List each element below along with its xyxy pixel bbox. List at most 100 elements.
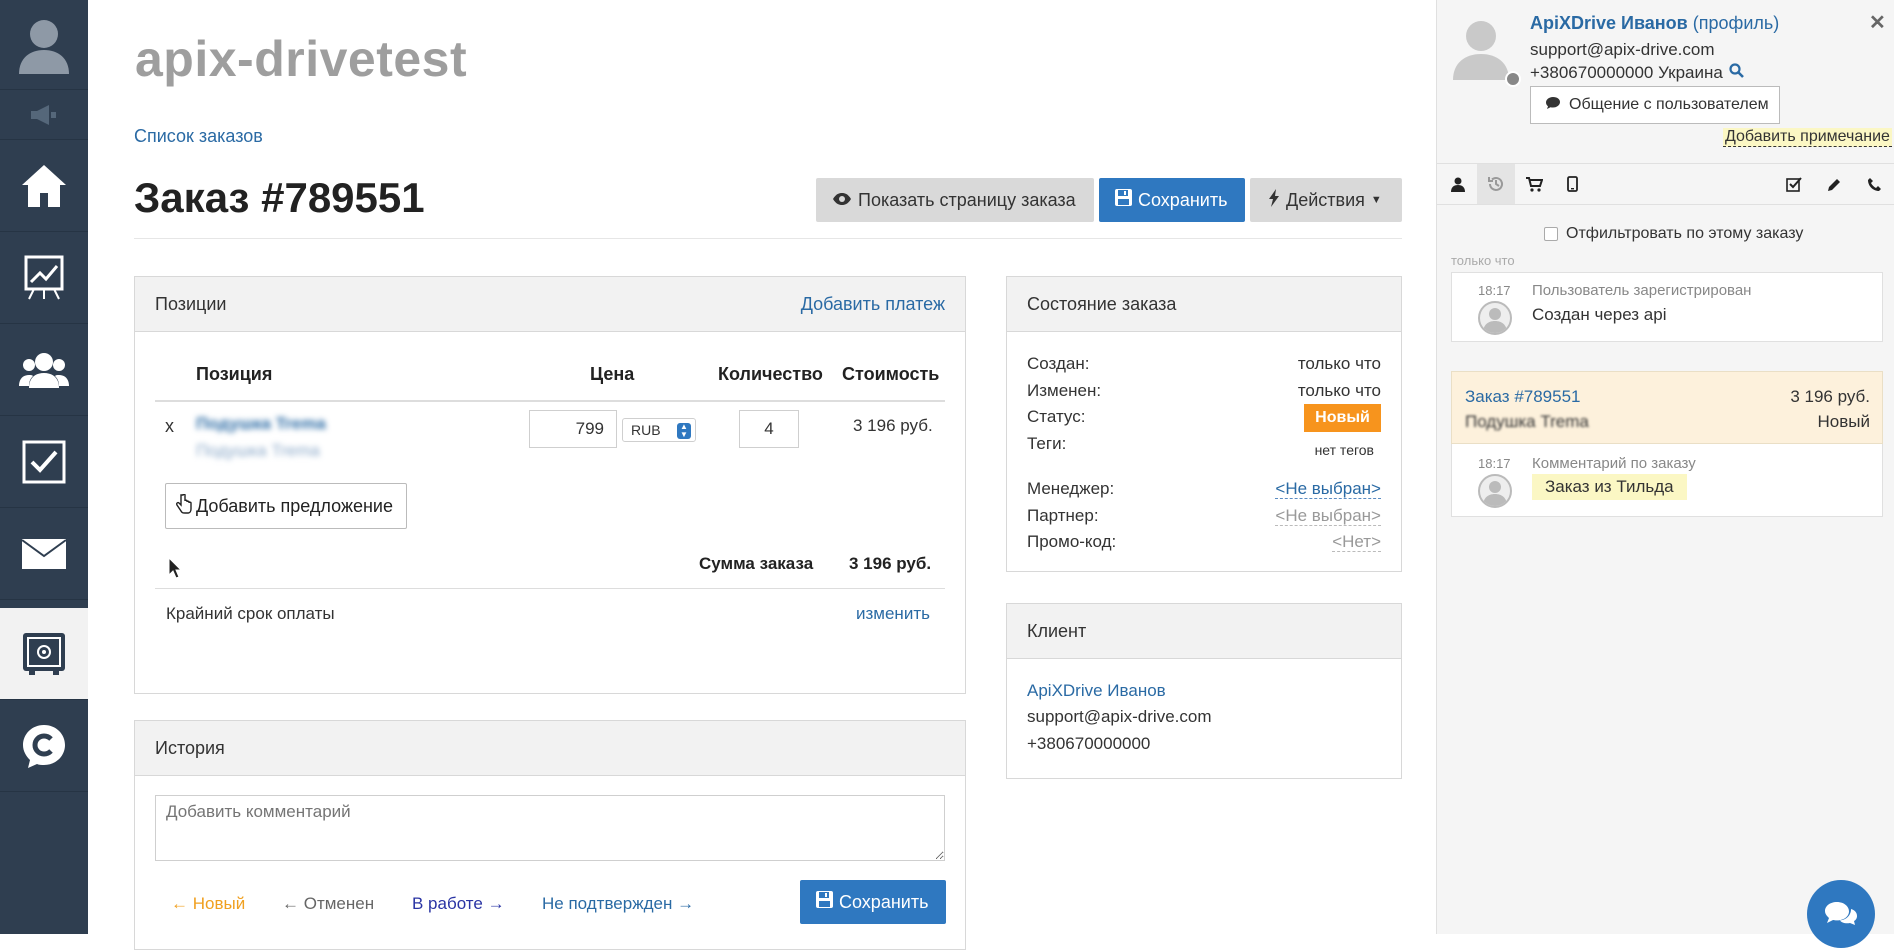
currency-select[interactable]: RUB ▲ ▼ <box>622 418 696 442</box>
add-offer-button[interactable]: Добавить предложение <box>165 483 407 529</box>
close-icon[interactable]: ✕ <box>1869 10 1886 35</box>
users-icon <box>19 352 69 388</box>
remove-position-link[interactable]: x <box>165 416 174 437</box>
positions-title: Позиции <box>155 293 227 314</box>
profile-link[interactable]: (профиль) <box>1693 13 1780 33</box>
check-square-icon <box>1786 177 1802 192</box>
mobile-icon <box>1566 176 1578 192</box>
tab-history[interactable] <box>1477 164 1515 204</box>
status-inwork-link[interactable]: В работе → <box>412 894 505 914</box>
mouse-cursor-icon <box>168 556 183 584</box>
col-header-cost: Стоимость <box>842 364 940 384</box>
order-card[interactable]: Заказ #789551 3 196 руб. Подушка Trema Н… <box>1451 371 1883 444</box>
status-badge[interactable]: Новый <box>1304 404 1381 432</box>
tab-tasks[interactable] <box>1775 164 1813 204</box>
tab-notes[interactable] <box>1815 164 1853 204</box>
pencil-icon <box>1827 178 1840 191</box>
customer-name-line: ApiXDrive Иванов (профиль) <box>1530 13 1779 34</box>
promo-value-wrap: <Нет> <box>1188 532 1381 552</box>
actions-label: Действия <box>1286 189 1365 210</box>
tab-devices[interactable] <box>1553 164 1591 204</box>
search-icon[interactable] <box>1729 63 1744 83</box>
tab-profile[interactable] <box>1439 164 1477 204</box>
status-cancelled-link[interactable]: ← Отменен <box>282 894 374 914</box>
status-label: Статус: <box>1027 407 1086 426</box>
site-title: apix-drivetest <box>135 31 468 87</box>
client-email: support@apix-drive.com <box>1027 707 1212 726</box>
sidebar-avatar[interactable] <box>0 0 88 90</box>
quantity-input[interactable]: 4 <box>739 410 799 448</box>
order-card-title[interactable]: Заказ #789551 <box>1465 387 1581 407</box>
position-name[interactable]: Подушка Trema <box>196 414 326 434</box>
customer-name-link[interactable]: ApiXDrive Иванов <box>1530 13 1688 33</box>
main-content: apix-drivetest Список заказов Заказ #789… <box>88 0 1436 950</box>
price-input[interactable]: 799 <box>529 410 617 448</box>
feed-text: Создан через api <box>1532 305 1667 324</box>
col-header-position: Позиция <box>196 364 273 384</box>
sidebar-item-mail[interactable] <box>0 508 88 600</box>
currency-value: RUB <box>631 422 661 438</box>
history-header: История <box>135 721 965 776</box>
status-cancelled-label: Отменен <box>303 894 375 913</box>
user-avatar-icon <box>1483 481 1507 506</box>
sidebar-item-chat[interactable] <box>0 700 88 792</box>
promo-select[interactable]: <Нет> <box>1332 532 1381 552</box>
client-name-link[interactable]: ApiXDrive Иванов <box>1027 681 1166 701</box>
col-header-qty: Количество <box>718 364 823 384</box>
changed-value: только что <box>1297 381 1381 400</box>
caret-down-icon: ▼ <box>1370 194 1382 206</box>
sidebar-item-tasks[interactable] <box>0 416 88 508</box>
eye-icon <box>832 190 852 211</box>
floppy-icon <box>1115 189 1132 211</box>
order-total-label: Сумма заказа <box>699 554 814 573</box>
partner-label: Партнер: <box>1027 506 1099 525</box>
filter-checkbox[interactable] <box>1544 227 1558 241</box>
feed-title: Комментарий по заказу <box>1532 455 1696 472</box>
manager-select[interactable]: <Не выбран> <box>1275 479 1381 499</box>
partner-select[interactable]: <Не выбран> <box>1275 506 1381 526</box>
change-deadline-link[interactable]: изменить <box>856 604 930 624</box>
comment-textarea[interactable] <box>155 795 945 861</box>
floppy-icon <box>816 891 833 913</box>
show-order-page-button[interactable]: Показать страницу заказа <box>816 178 1094 222</box>
bolt-icon <box>1268 188 1280 212</box>
sidebar-item-analytics[interactable] <box>0 232 88 324</box>
status-new-link[interactable]: ← Новый <box>171 894 245 914</box>
sidebar-item-settings[interactable] <box>0 608 88 700</box>
add-note-link[interactable]: Добавить примечание <box>1723 128 1892 147</box>
chat-widget-button[interactable] <box>1807 880 1875 948</box>
changed-label: Изменен: <box>1027 381 1102 400</box>
safe-icon <box>23 632 65 675</box>
chat-with-user-button[interactable]: Общение с пользователем <box>1530 86 1780 124</box>
status-unconfirmed-link[interactable]: Не подтвержден → <box>542 894 694 914</box>
created-label: Создан: <box>1027 354 1090 373</box>
created-value: только что <box>1297 354 1381 373</box>
tab-orders[interactable] <box>1515 164 1553 204</box>
filter-by-order[interactable]: Отфильтровать по этому заказу <box>1544 225 1803 243</box>
user-avatar-icon <box>1483 308 1507 333</box>
actions-dropdown-button[interactable]: Действия ▼ <box>1250 178 1402 222</box>
sidebar-item-customers[interactable] <box>0 324 88 416</box>
hand-pointer-icon <box>176 493 192 519</box>
feed-avatar <box>1478 301 1512 335</box>
manager-label: Менеджер: <box>1027 479 1115 498</box>
left-sidebar <box>0 0 88 934</box>
save-button[interactable]: Сохранить <box>1099 178 1245 222</box>
chat-logo-icon <box>23 724 65 768</box>
add-payment-link[interactable]: Добавить платеж <box>801 294 945 315</box>
online-status-dot <box>1505 71 1521 87</box>
history-save-button[interactable]: Сохранить <box>800 880 946 924</box>
select-arrows-icon: ▲ ▼ <box>677 423 691 439</box>
table-header-divider <box>155 400 945 402</box>
customer-side-panel: ✕ ApiXDrive Иванов (профиль) support@api… <box>1436 0 1894 948</box>
client-header: Клиент <box>1007 604 1401 659</box>
tab-calls[interactable] <box>1855 164 1893 204</box>
mail-icon <box>21 538 67 569</box>
sidebar-item-home[interactable] <box>0 140 88 232</box>
position-subname: Подушка Trema <box>196 441 320 460</box>
tags-value[interactable]: нет тегов <box>1188 442 1374 458</box>
status-inwork-label: В работе <box>412 894 483 913</box>
sidebar-item-notifications[interactable] <box>0 90 88 140</box>
breadcrumb-orders-list[interactable]: Список заказов <box>134 126 263 147</box>
promo-label: Промо-код: <box>1027 532 1117 551</box>
